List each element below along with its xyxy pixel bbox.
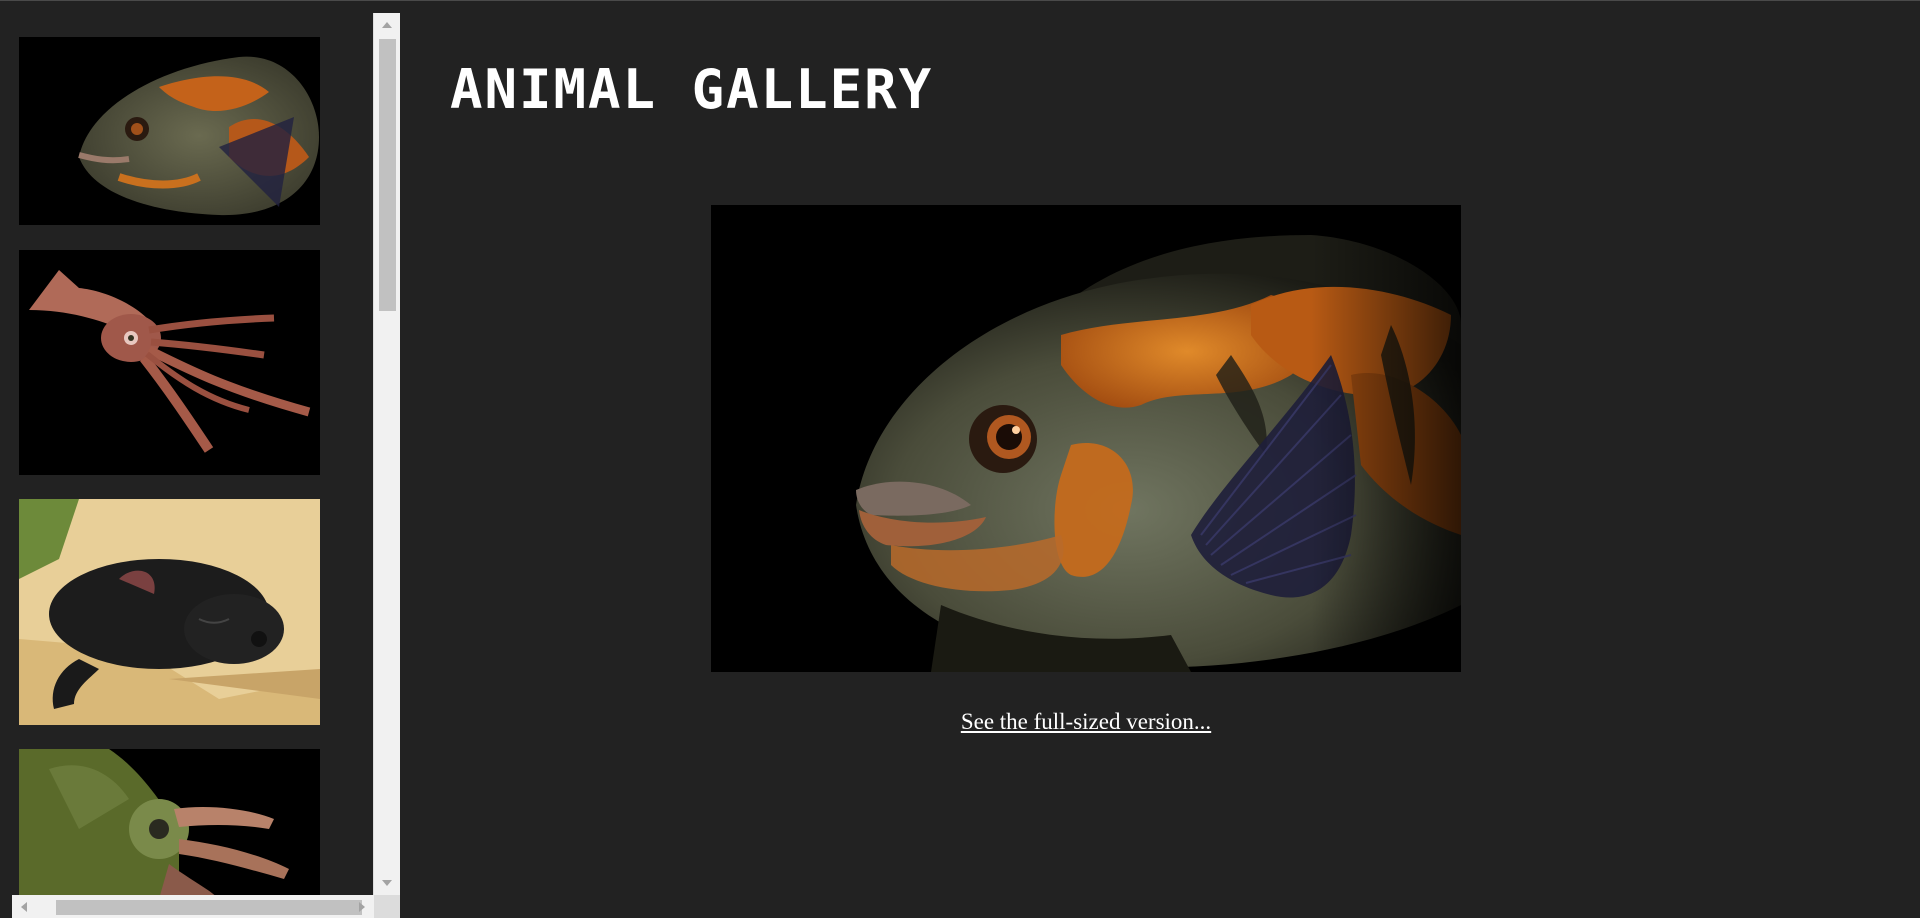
thumbnail-sidebar[interactable]	[0, 1, 400, 918]
scroll-right-arrow-icon[interactable]	[359, 902, 365, 912]
horizontal-scrollbar[interactable]	[12, 895, 374, 918]
vertical-scrollbar-thumb[interactable]	[379, 39, 396, 311]
main-image	[711, 205, 1461, 672]
main-content: ANIMAL GALLERY See the full-sized versio…	[400, 1, 1920, 918]
thumbnail-squid[interactable]	[19, 250, 320, 475]
thumbnail-oscar-fish[interactable]	[19, 37, 320, 225]
tasmanian-devil-thumbnail-icon	[19, 499, 320, 725]
scroll-left-arrow-icon[interactable]	[21, 902, 27, 912]
page-title: ANIMAL GALLERY	[450, 58, 934, 121]
horizontal-scrollbar-thumb[interactable]	[56, 900, 362, 915]
scrollbar-corner	[374, 895, 400, 918]
oscar-fish-thumbnail-icon	[19, 37, 320, 225]
full-size-link[interactable]: See the full-sized version...	[400, 709, 1772, 735]
chameleon-thumbnail-icon	[19, 749, 320, 899]
thumbnail-tasmanian-devil[interactable]	[19, 499, 320, 725]
oscar-fish-photo-icon	[711, 205, 1461, 672]
scroll-down-arrow-icon[interactable]	[382, 880, 392, 886]
thumbnail-chameleon[interactable]	[19, 749, 320, 899]
vertical-scrollbar[interactable]	[373, 13, 400, 895]
squid-thumbnail-icon	[19, 250, 320, 475]
scroll-up-arrow-icon[interactable]	[382, 22, 392, 28]
